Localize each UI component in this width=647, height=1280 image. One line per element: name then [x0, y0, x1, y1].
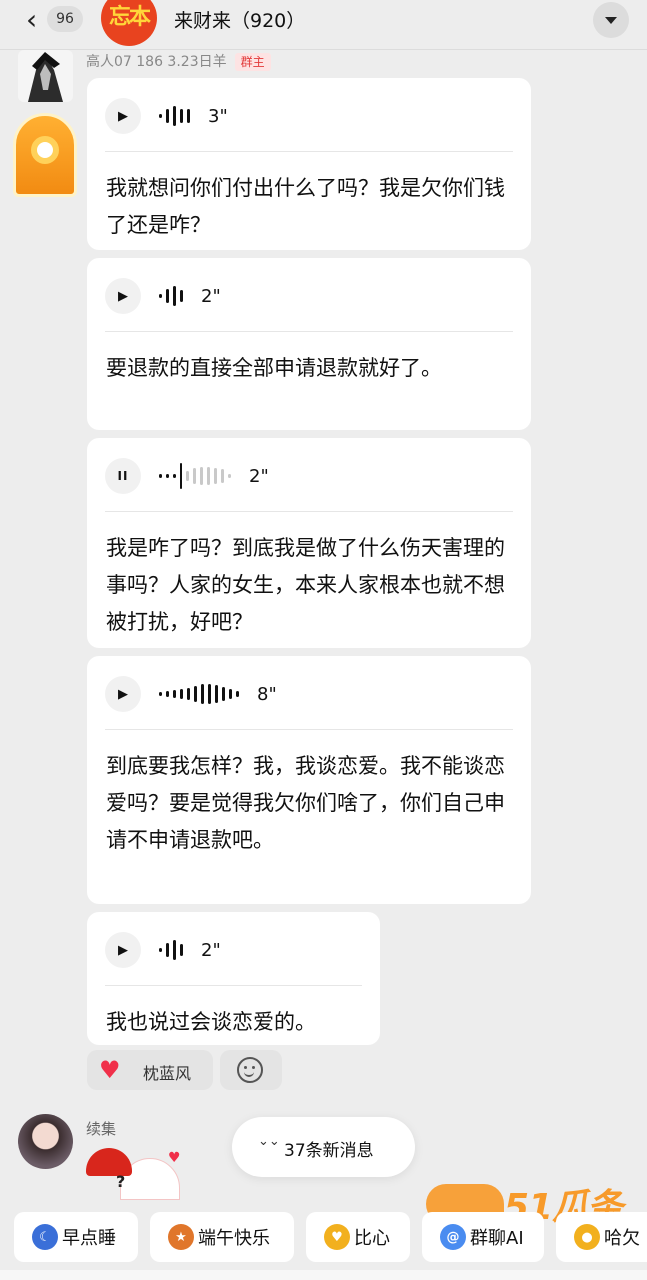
- divider: [105, 151, 513, 152]
- waveform-icon: [159, 463, 231, 489]
- play-icon[interactable]: ▶: [105, 98, 141, 134]
- quick-reply-label: 比心: [354, 1228, 390, 1249]
- voice-transcript: 要退款的直接全部申请退款就好了。: [106, 356, 442, 380]
- quick-reply-chip[interactable]: @ 群聊AI: [422, 1212, 544, 1262]
- sender-name: 续集: [86, 1120, 117, 1138]
- waveform-icon: [159, 939, 183, 961]
- input-bar[interactable]: [0, 1270, 647, 1280]
- voice-player: ▶ 2": [105, 930, 221, 970]
- sender-avatar[interactable]: [18, 50, 73, 102]
- waveform-icon: [159, 105, 190, 127]
- small-heart-icon: ♥: [168, 1150, 181, 1166]
- voice-duration: 2": [249, 465, 269, 487]
- reaction-user-name: 枕蓝风: [143, 1064, 192, 1083]
- voice-transcript: 到底要我怎样？我，我谈恋爱。我不能谈恋爱吗？要是觉得我欠你们啥了，你们自己申请不…: [106, 754, 505, 852]
- heart-icon: ♥: [99, 1056, 121, 1084]
- voice-message[interactable]: ▶ 2" 我也说过会谈恋爱的。: [87, 912, 380, 1045]
- dragon-icon: ★: [168, 1224, 194, 1250]
- sender-avatar[interactable]: [18, 1114, 73, 1169]
- divider: [105, 331, 513, 332]
- pause-icon[interactable]: II: [105, 458, 141, 494]
- question-mark-icon: ?: [116, 1172, 126, 1191]
- reaction-chip[interactable]: ♥ 枕蓝风: [87, 1050, 213, 1090]
- play-icon[interactable]: ▶: [105, 278, 141, 314]
- quick-reply-chip[interactable]: ☾ 早点睡: [14, 1212, 138, 1262]
- waveform-icon: [159, 683, 239, 705]
- smiley-icon: [237, 1057, 263, 1083]
- add-reaction-button[interactable]: [220, 1050, 282, 1090]
- chevron-down-icon[interactable]: [593, 2, 629, 38]
- voice-duration: 2": [201, 939, 221, 961]
- voice-duration: 8": [257, 683, 277, 705]
- divider: [105, 729, 513, 730]
- voice-player: ▶ 2": [105, 276, 221, 316]
- voice-player: ▶ 3": [105, 96, 228, 136]
- play-icon[interactable]: ▶: [105, 676, 141, 712]
- voice-message[interactable]: II 2" 我是咋了吗？到底我是做了什么伤天害理的事吗？人家的女生，本来人家根本…: [87, 438, 531, 648]
- moon-icon: ☾: [32, 1224, 58, 1250]
- new-messages-label: 37条新消息: [284, 1141, 374, 1161]
- quick-reply-bar: ☾ 早点睡 ★ 端午快乐 ♥ 比心 @ 群聊AI ● 哈欠: [0, 1210, 647, 1266]
- voice-message[interactable]: ▶ 2" 要退款的直接全部申请退款就好了。: [87, 258, 531, 430]
- quick-reply-label: 端午快乐: [198, 1228, 270, 1249]
- voice-transcript: 我是咋了吗？到底我是做了什么伤天害理的事吗？人家的女生，本来人家根本也就不想被打…: [106, 536, 505, 634]
- sender-meta: 高人07 186 3.23日羊 群主: [86, 51, 271, 71]
- unread-count-badge[interactable]: 96: [47, 6, 83, 32]
- quick-reply-chip[interactable]: ● 哈欠: [556, 1212, 647, 1262]
- voice-duration: 3": [208, 105, 228, 127]
- voice-transcript: 我也说过会谈恋爱的。: [106, 1010, 316, 1034]
- voice-duration: 2": [201, 285, 221, 307]
- divider: [105, 511, 513, 512]
- door-knob: [31, 136, 59, 164]
- yawn-icon: ●: [574, 1224, 600, 1250]
- at-icon: @: [440, 1224, 466, 1250]
- voice-message[interactable]: ▶ 8" 到底要我怎样？我，我谈恋爱。我不能谈恋爱吗？要是觉得我欠你们啥了，你们…: [87, 656, 531, 904]
- heart-hand-icon: ♥: [324, 1224, 350, 1250]
- cat-sticker-icon[interactable]: ? ♥: [86, 1140, 186, 1200]
- new-messages-button[interactable]: ⌄⌄ 37条新消息: [232, 1117, 415, 1177]
- voice-message[interactable]: ▶ 3" 我就想问你们付出什么了吗？我是欠你们钱了还是咋？: [87, 78, 531, 250]
- quick-reply-label: 哈欠: [604, 1228, 640, 1249]
- voice-player: II 2": [105, 456, 269, 496]
- voice-transcript: 我就想问你们付出什么了吗？我是欠你们钱了还是咋？: [106, 176, 505, 237]
- sender-name-line: 高人07 186 3.23日羊: [86, 54, 227, 70]
- divider: [105, 985, 362, 986]
- quick-reply-label: 群聊AI: [470, 1228, 524, 1249]
- play-icon[interactable]: ▶: [105, 932, 141, 968]
- group-title[interactable]: 来财来（920）: [174, 6, 305, 33]
- back-arrow-icon[interactable]: ‹: [26, 6, 37, 34]
- chat-header: ‹ 96 忘本 来财来（920）: [0, 0, 647, 50]
- waveform-icon: [159, 285, 183, 307]
- quick-reply-chip[interactable]: ★ 端午快乐: [150, 1212, 294, 1262]
- voice-player: ▶ 8": [105, 674, 277, 714]
- role-badge: 群主: [234, 53, 271, 71]
- double-chevron-down-icon: ⌄⌄: [258, 1134, 280, 1149]
- quick-reply-label: 早点睡: [62, 1228, 116, 1249]
- group-avatar[interactable]: 忘本: [101, 0, 157, 46]
- quick-reply-chip[interactable]: ♥ 比心: [306, 1212, 410, 1262]
- door-sticker-icon: [13, 113, 77, 197]
